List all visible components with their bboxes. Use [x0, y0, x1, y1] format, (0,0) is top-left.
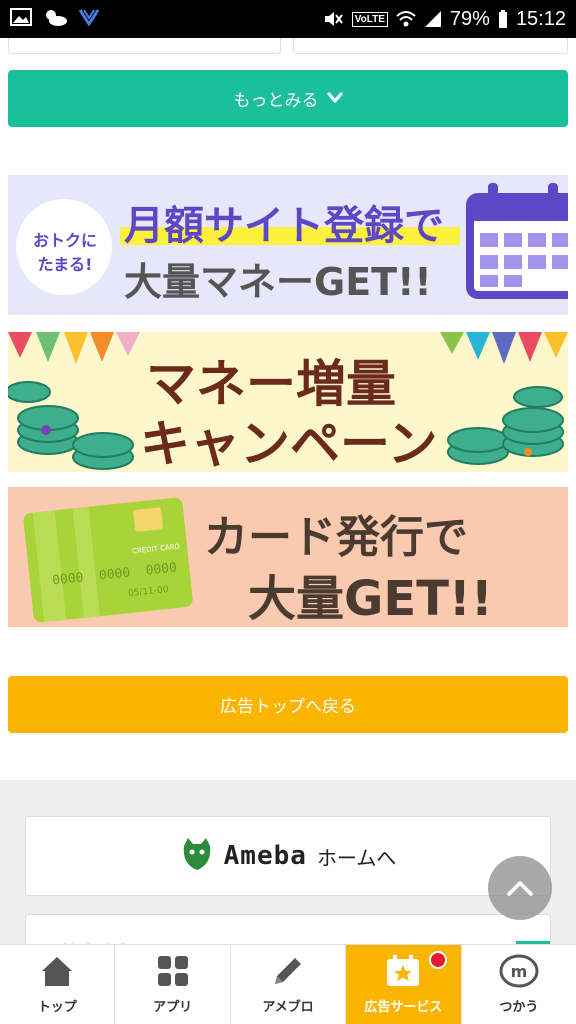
ad-top-return-button[interactable]: 広告トップへ戻る: [8, 676, 568, 733]
star-calendar-icon: [385, 954, 421, 992]
volte-icon: VoLTE: [351, 11, 388, 27]
ameba-home-link[interactable]: Ameba ホームへ: [25, 816, 551, 896]
battery-icon: [498, 9, 508, 29]
app-notification-icon: [78, 8, 100, 30]
notification-badge: [428, 951, 447, 969]
signal-icon: [424, 10, 442, 28]
wifi-icon: [396, 10, 416, 28]
main-content: もっとみる おトクに たまる! 月額サイト登録で 大量マネーGET!! マネー増…: [0, 38, 576, 944]
chevron-down-icon: [326, 89, 343, 109]
card-stub-left: [8, 38, 281, 54]
home-icon: [39, 954, 75, 992]
pencil-icon: [271, 954, 305, 992]
banner-money-increase[interactable]: マネー増量 キャンペーン: [8, 332, 568, 472]
ameba-home-label: ホームへ: [316, 845, 397, 870]
footer-area: Ameba ホームへ money: [0, 780, 576, 944]
money-coin-icon: m: [499, 954, 539, 992]
battery-percent: 79%: [449, 7, 490, 30]
tab-ameblo[interactable]: アメブロ: [231, 945, 347, 1024]
banner-card-issue[interactable]: CREDIT CARD 0000 0000 0000 05/11-00 カード発…: [8, 487, 568, 627]
money-logo: money: [56, 937, 149, 944]
clock: 15:12: [515, 7, 566, 30]
banner1-title-line1: 月額サイト登録で: [124, 203, 444, 249]
tab-apps-label: アプリ: [153, 1000, 193, 1015]
more-button[interactable]: もっとみる: [8, 70, 568, 127]
svg-text:m: m: [510, 962, 527, 981]
banner1-title-line2: 大量マネーGET!!: [124, 260, 432, 304]
banner3-title-line2: 大量GET!!: [248, 571, 493, 627]
tab-use[interactable]: m つかう: [462, 945, 576, 1024]
bottom-tab-bar: トップ アプリ アメブロ 広告サービス m つかう: [0, 944, 576, 1024]
more-button-label: もっとみる: [233, 91, 319, 111]
banner2-title-line2: キャンペーン: [140, 415, 438, 472]
mute-icon: [322, 9, 344, 29]
banner1-badge-line2: たまる!: [37, 255, 93, 274]
scroll-to-top-button[interactable]: [488, 856, 552, 920]
chevron-up-icon: [507, 881, 533, 896]
banner-monthly-site[interactable]: おトクに たまる! 月額サイト登録で 大量マネーGET!!: [8, 175, 568, 315]
weather-icon: [42, 7, 68, 31]
tab-ameblo-label: アメブロ: [262, 1000, 314, 1015]
ad-top-return-label: 広告トップへ戻る: [220, 697, 356, 717]
money-link[interactable]: money: [25, 914, 551, 944]
ameba-logo: Ameba: [223, 841, 307, 871]
ameba-mascot-icon: [180, 836, 214, 876]
tab-use-label: つかう: [499, 1000, 539, 1015]
tab-top-label: トップ: [37, 1000, 77, 1015]
tab-top[interactable]: トップ: [0, 945, 116, 1024]
card-stub-right: [293, 38, 568, 54]
banner3-title-line1: カード発行で: [204, 512, 468, 563]
tab-ad-service-label: 広告サービス: [364, 1000, 443, 1015]
apps-grid-icon: [156, 954, 190, 992]
tab-apps[interactable]: アプリ: [115, 945, 231, 1024]
banner1-badge-line1: おトクに: [32, 231, 97, 250]
tab-ad-service[interactable]: 広告サービス: [346, 945, 462, 1024]
status-bar: VoLTE 79% 15:12: [0, 0, 576, 38]
gallery-icon: [10, 8, 32, 30]
